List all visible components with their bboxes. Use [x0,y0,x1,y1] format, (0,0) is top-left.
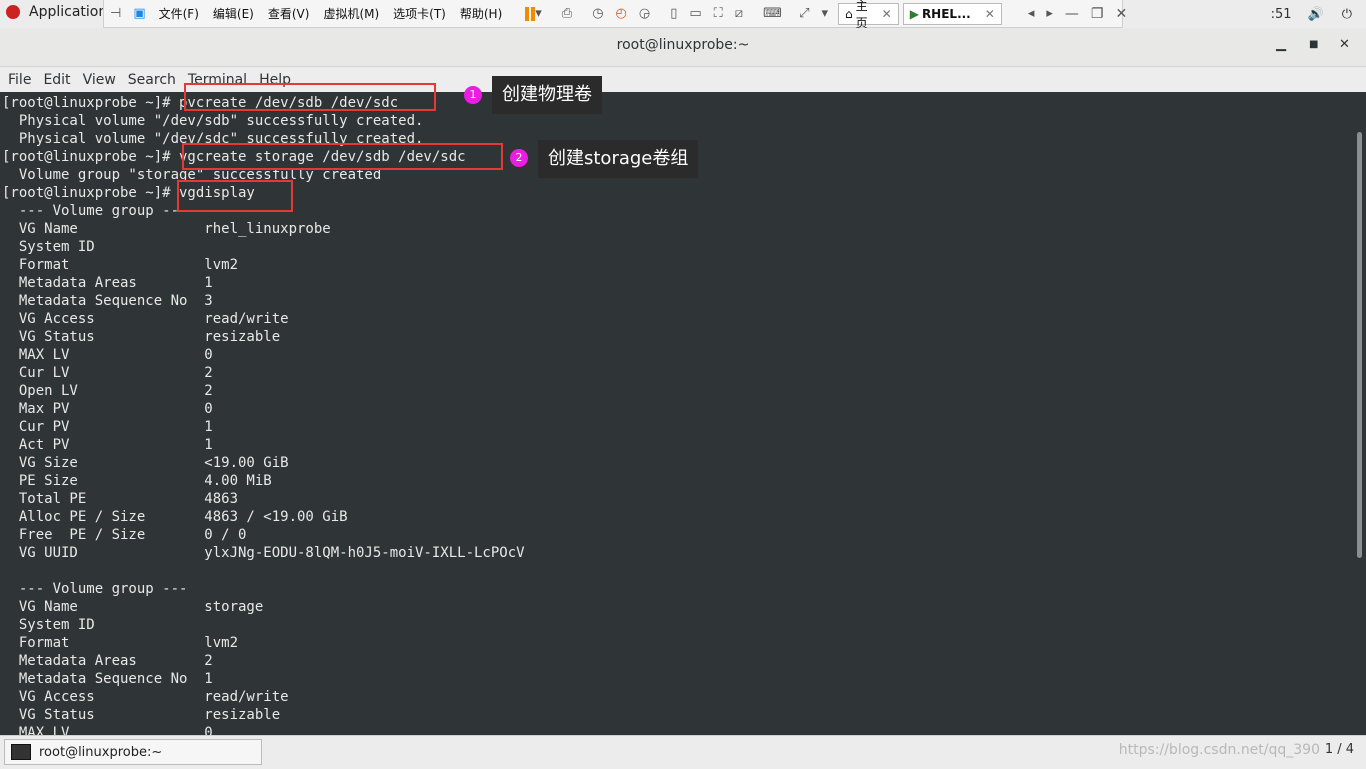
terminal-line: Format lvm2 [2,257,239,273]
terminal-line: --- Volume group --- [2,581,188,597]
terminal-line: MAX LV 0 [2,347,213,363]
terminal-line: Open LV 2 [2,383,213,399]
power-icon[interactable]: ⏻ [1342,7,1352,22]
terminal-line: Metadata Sequence No 3 [2,293,213,309]
terminal-line: VG Status resizable [2,707,281,723]
scroll-thumb[interactable] [1357,132,1362,558]
sidebar-view-icon[interactable]: ▯ [670,6,677,22]
home-icon: ⌂ [845,6,853,21]
terminal-line: Cur PV 1 [2,419,213,435]
tab-rhel-label: RHEL... [921,6,971,21]
menu-edit[interactable]: Edit [43,72,70,88]
vm-logo-icon[interactable]: ▣ [133,6,145,22]
annotation-badge-1: 1 [464,86,482,104]
revert-snapshot-icon[interactable]: ◴ [616,6,627,22]
terminal-line: Alloc PE / Size 4863 / <19.00 GiB [2,509,348,525]
terminal-line: Max PV 0 [2,401,213,417]
terminal-line: VG UUID ylxJNg-EODU-8lQM-h0J5-moiV-IXLL-… [2,545,525,561]
terminal-line: Act PV 1 [2,437,213,453]
close-icon[interactable]: ✕ [985,7,995,21]
taskbar-item-terminal[interactable]: root@linuxprobe:~ [4,739,262,765]
terminal-line: VG Name rhel_linuxprobe [2,221,331,237]
terminal-line: Metadata Areas 1 [2,275,213,291]
snapshot-icon[interactable]: ◷ [592,6,603,22]
gnome-status-area: :51 🔊 ⏻ [1271,0,1366,28]
unity-icon[interactable]: ⧄ [735,6,743,22]
tab-scroll-right-icon[interactable]: ▸ [1046,6,1053,22]
workspace-pager[interactable]: 1 / 4 [1325,742,1354,757]
volume-icon[interactable]: 🔊 [1308,7,1324,22]
maximize-icon[interactable]: ❐ [1091,6,1104,22]
terminal-line: Physical volume "/dev/sdb" successfully … [2,113,424,129]
close-button[interactable]: ✕ [1339,37,1350,52]
thumbnail-view-icon[interactable]: ▭ [689,6,701,22]
tab-scroll-left-icon[interactable]: ◂ [1028,6,1035,22]
terminal-line: VG Status resizable [2,329,281,345]
terminal-line: Format lvm2 [2,635,239,651]
close-window-icon[interactable]: ✕ [1115,6,1127,22]
terminal-line: PE Size 4.00 MiB [2,473,272,489]
redhat-icon [6,5,20,19]
terminal-line: Metadata Sequence No 1 [2,671,213,687]
applications-menu[interactable]: Application [6,4,107,20]
snapshot-manager-icon[interactable]: ◶ [639,6,650,22]
watermark: https://blog.csdn.net/qq_390 [1118,742,1320,758]
taskbar-item-label: root@linuxprobe:~ [39,744,163,760]
terminal-line: System ID [2,239,95,255]
tab-home[interactable]: ⌂ 主页 ✕ [838,0,899,30]
vm-menu-view[interactable]: 查看(V) [261,5,317,22]
terminal-icon [11,744,31,760]
taskbar: root@linuxprobe:~ https://blog.csdn.net/… [0,735,1366,769]
close-icon[interactable]: ✕ [882,7,892,21]
highlight-vgdisplay [177,180,293,212]
vm-menu-vm[interactable]: 虚拟机(M) [316,5,386,22]
annotation-callout-1: 创建物理卷 [492,76,602,114]
terminal-line: VG Size <19.00 GiB [2,455,289,471]
minimize-icon[interactable]: — [1065,6,1079,22]
highlight-pvcreate [184,83,436,111]
tab-home-label: 主页 [855,0,868,30]
terminal-line: VG Access read/write [2,689,289,705]
chevron-down-icon[interactable]: ▾ [535,6,542,22]
maximize-button[interactable]: ■ [1309,39,1318,50]
send-keys-icon[interactable]: ⎙ [562,6,572,22]
terminal-line: Cur LV 2 [2,365,213,381]
vm-menu-file[interactable]: 文件(F) [152,5,206,22]
terminal-line: Free PE / Size 0 / 0 [2,527,247,543]
menu-view[interactable]: View [83,72,116,88]
terminal-line: Total PE 4863 [2,491,239,507]
vm-menu-help[interactable]: 帮助(H) [453,5,509,22]
annotation-badge-2: 2 [510,149,528,167]
vm-tab-icon: ▶ [909,6,919,21]
terminal-scrollbar[interactable] [1352,92,1366,735]
highlight-vgcreate [182,143,503,170]
clock[interactable]: :51 [1271,7,1292,22]
pin-icon[interactable]: ⊣ [110,6,121,22]
terminal-line: VG Access read/write [2,311,289,327]
terminal-line: VG Name storage [2,599,264,615]
terminal-line: Metadata Areas 2 [2,653,213,669]
applications-label: Application [29,4,108,20]
window-title: root@linuxprobe:~ [616,37,750,53]
menu-file[interactable]: File [8,72,31,88]
chevron-down-icon[interactable]: ▾ [821,6,828,22]
terminal-line: System ID [2,617,95,633]
vm-toolbar: ⊣ ▣ 文件(F) 编辑(E) 查看(V) 虚拟机(M) 选项卡(T) 帮助(H… [103,0,1127,30]
console-icon[interactable]: ⌨ [763,6,782,22]
menu-search[interactable]: Search [128,72,176,88]
stretch-icon[interactable]: ⤢ [799,6,809,22]
annotation-callout-2: 创建storage卷组 [538,140,699,178]
window-titlebar: root@linuxprobe:~ ▁ ■ ✕ [0,28,1366,67]
tab-rhel[interactable]: ▶ RHEL... ✕ [902,2,1002,25]
terminal-line: MAX LV 0 [2,725,213,735]
vm-menu-edit[interactable]: 编辑(E) [206,5,261,22]
vm-menu-tabs[interactable]: 选项卡(T) [386,5,453,22]
minimize-button[interactable]: ▁ [1276,37,1286,52]
fullscreen-icon[interactable]: ⛶ [714,6,723,22]
